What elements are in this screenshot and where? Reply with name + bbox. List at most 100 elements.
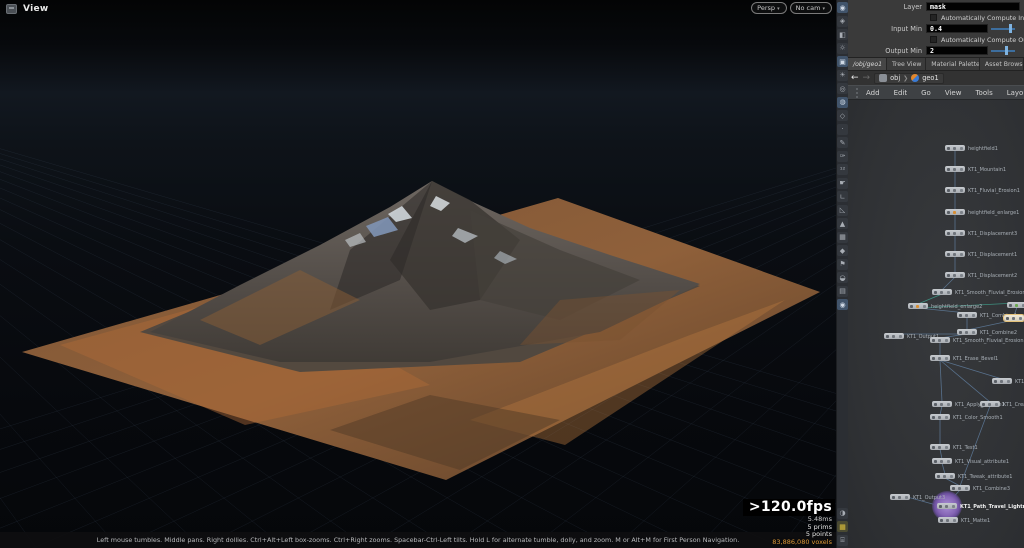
node-name-label: KT1_Output3	[913, 494, 946, 501]
auto-input-range-checkbox[interactable]	[930, 14, 937, 21]
network-node[interactable]	[930, 444, 950, 450]
snapshot-camera-icon[interactable]: ⌸	[837, 534, 848, 546]
angle-icon[interactable]: ◺	[837, 204, 848, 216]
pane-icon[interactable]	[6, 4, 17, 14]
network-node[interactable]	[945, 230, 965, 236]
contrast-icon[interactable]: ◑	[837, 507, 848, 519]
network-node[interactable]	[1007, 302, 1024, 308]
shaded-mode-icon[interactable]: ◍	[837, 96, 848, 108]
forward-button[interactable]: →	[863, 73, 871, 83]
input-min-slider[interactable]	[991, 24, 1015, 33]
pane-tab-2[interactable]: Material Palette✕	[926, 58, 980, 70]
network-node[interactable]	[937, 503, 957, 509]
output-min-slider[interactable]	[991, 46, 1015, 55]
back-button[interactable]: ←	[851, 73, 859, 83]
network-node[interactable]	[945, 272, 965, 278]
network-node[interactable]	[932, 289, 952, 295]
node-name-label: KT1_Tweak_attribute1	[958, 473, 1013, 480]
viewport-title: View	[23, 4, 49, 14]
menu-view[interactable]: View	[938, 89, 969, 97]
pane-tab-1[interactable]: Tree View✕	[886, 58, 927, 70]
slider-handle[interactable]	[1009, 24, 1012, 33]
network-node[interactable]	[945, 166, 965, 172]
lock-camera-icon[interactable]: ◧	[837, 29, 848, 40]
layer-field[interactable]: mask	[926, 2, 1020, 11]
pane-tab-3[interactable]: Asset Browser	[979, 58, 1024, 70]
camera-select-button[interactable]: No cam ▾	[789, 2, 832, 14]
network-node[interactable]	[957, 329, 977, 335]
pane-tab-0[interactable]: /obj/geo1✕	[848, 58, 887, 70]
network-node[interactable]	[930, 337, 950, 343]
perspective-menu-button[interactable]: Persp ▾	[751, 2, 787, 14]
node-name-label: KT1_Combine2	[980, 329, 1018, 336]
network-node[interactable]	[932, 458, 952, 464]
ruler-icon[interactable]: ∟	[837, 191, 848, 202]
wireframe-icon[interactable]: ◇	[837, 110, 848, 121]
terrain-icon[interactable]: ▲	[837, 218, 848, 229]
obj-network-icon	[879, 74, 888, 82]
network-node[interactable]	[992, 378, 1012, 384]
brush-icon[interactable]: ✎	[837, 137, 848, 148]
hand-icon[interactable]: ☛	[837, 177, 848, 189]
headlight-icon[interactable]: ☀	[837, 69, 848, 81]
network-node[interactable]	[938, 517, 958, 523]
network-node[interactable]	[935, 473, 955, 479]
dropper-icon[interactable]: ✑	[837, 150, 848, 162]
network-node[interactable]	[945, 209, 965, 215]
network-node[interactable]	[945, 251, 965, 257]
slider-handle[interactable]	[1005, 46, 1008, 55]
network-node[interactable]	[932, 401, 952, 407]
output-min-field[interactable]: 2	[926, 46, 988, 55]
menu-edit[interactable]: Edit	[887, 89, 915, 97]
viewport-status-bar: Left mouse tumbles. Middle pans. Right d…	[0, 532, 836, 548]
tab-label: Asset Browser	[984, 60, 1023, 68]
breadcrumb: obj ❯ geo1	[874, 72, 944, 84]
grid-display-icon[interactable]: ▦	[837, 231, 848, 243]
network-node[interactable]	[884, 333, 904, 339]
breadcrumb-root[interactable]: obj	[890, 74, 900, 82]
node-name-label: heightfield_enlarge2	[931, 303, 983, 310]
menu-add[interactable]: Add	[859, 89, 887, 97]
network-node[interactable]	[1003, 314, 1024, 322]
compare-grid-icon[interactable]: ▦	[837, 521, 848, 532]
viewport-header: View	[6, 4, 49, 14]
view-tool-icon[interactable]: ◉	[837, 2, 848, 13]
network-node[interactable]	[930, 414, 950, 420]
network-node[interactable]	[930, 355, 950, 361]
menu-tools[interactable]: Tools	[968, 89, 999, 97]
network-node[interactable]	[980, 401, 1000, 407]
network-editor[interactable]: heightfield1 KT1_Mountain1 KT1_Fluvial_Ero…	[848, 100, 1024, 548]
network-node[interactable]	[957, 312, 977, 318]
gem-icon[interactable]: ◆	[837, 245, 848, 256]
network-node[interactable]	[950, 485, 970, 491]
node-name-label: KT1_Fluvial_Erosion1	[968, 187, 1020, 194]
snapshot-export-icon[interactable]: ◈	[837, 15, 848, 27]
perspective-box-icon[interactable]: ▣	[837, 56, 848, 67]
disc-icon[interactable]: ◒	[837, 272, 848, 283]
film-icon[interactable]: ▤	[837, 285, 848, 297]
scene-viewport[interactable]: View Persp ▾ No cam ▾ >120.0fps 5.48ms 5…	[0, 0, 836, 548]
point-numbers-icon[interactable]: ¹²	[837, 164, 848, 175]
auto-output-range-checkbox[interactable]	[930, 36, 937, 43]
menu-layout[interactable]: Layout	[1000, 89, 1024, 97]
network-node[interactable]	[945, 187, 965, 193]
breadcrumb-separator-icon: ❯	[903, 74, 909, 82]
menu-go[interactable]: Go	[914, 89, 938, 97]
network-node[interactable]	[890, 494, 910, 500]
breadcrumb-current[interactable]: geo1	[922, 74, 938, 82]
tab-label: Material Palette	[931, 60, 980, 68]
node-name-label: KT1_Displacement3	[968, 230, 1018, 237]
menu-grip-handle[interactable]	[856, 87, 858, 98]
lamp-icon[interactable]: ☼	[837, 42, 848, 54]
geo-node-icon	[911, 74, 920, 82]
points-display-icon[interactable]: ·	[837, 123, 848, 135]
input-min-field[interactable]: 0.4	[926, 24, 988, 33]
output-min-label: Output Min	[885, 46, 922, 55]
network-node[interactable]	[908, 303, 928, 309]
node-name-label: KT1_Visual_attribute1	[955, 458, 1010, 465]
two-lights-icon[interactable]: ◎	[837, 83, 848, 94]
fps-counter: >120.0fps	[742, 499, 835, 516]
network-node[interactable]	[945, 145, 965, 151]
green-flag-icon[interactable]: ⚑	[837, 258, 848, 270]
pin-location-icon[interactable]: ◉	[837, 299, 848, 310]
